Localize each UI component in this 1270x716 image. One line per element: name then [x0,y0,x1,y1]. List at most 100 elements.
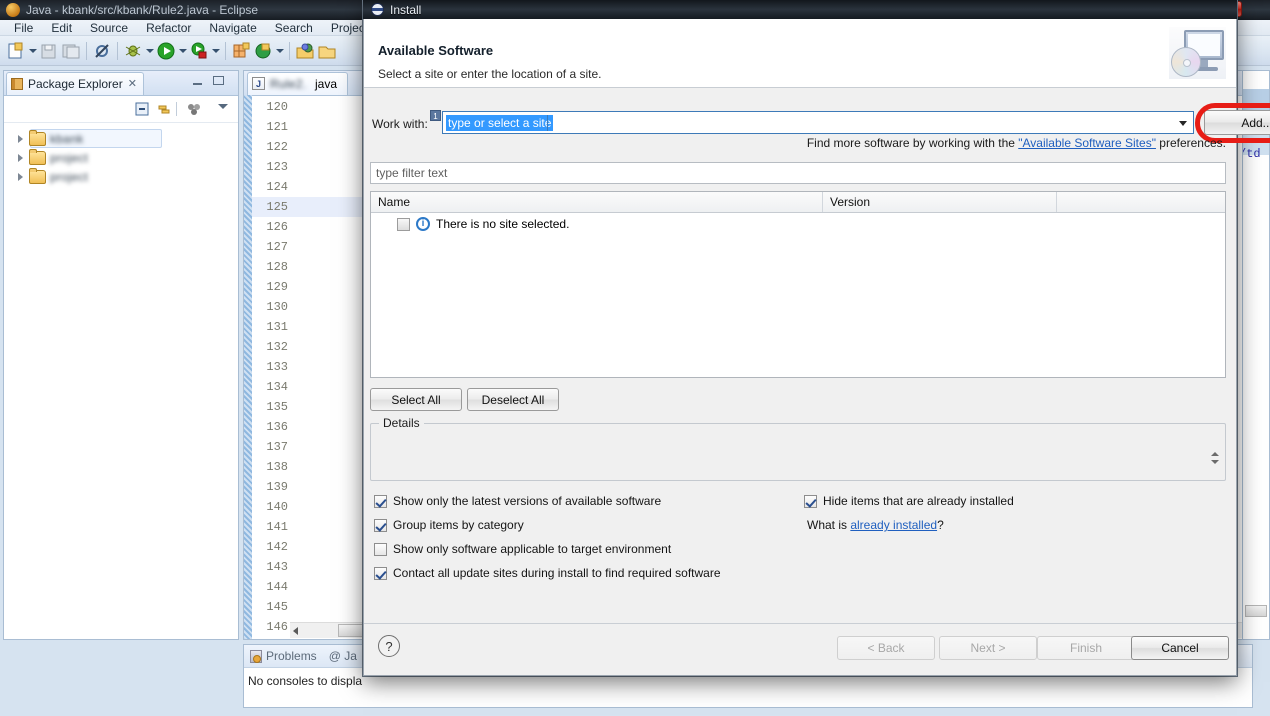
column-header-blank[interactable] [1057,192,1225,212]
disc-icon [1171,47,1201,77]
checkbox-hide-already-installed[interactable] [804,495,817,508]
close-icon[interactable]: ✕ [128,77,137,90]
view-menu-dots-icon[interactable] [186,101,204,120]
work-with-combo[interactable]: type or select a site [442,111,1194,134]
toolbar-separator-3 [225,42,226,60]
tree-item-project-3[interactable]: project [8,167,238,186]
option-hide-already-installed[interactable]: Hide items that are already installed [804,494,1014,508]
option-label: Show only software applicable to target … [393,542,671,556]
option-show-latest-versions[interactable]: Show only the latest versions of availab… [374,494,661,508]
already-installed-link[interactable]: already installed [850,518,937,532]
work-with-info-badge: 1 [430,110,441,121]
chevron-right-icon[interactable] [16,133,25,144]
next-button[interactable]: Next > [939,636,1037,660]
select-all-button[interactable]: Select All [370,388,462,411]
menu-search[interactable]: Search [266,21,322,35]
checkbox-show-applicable-target[interactable] [374,543,387,556]
maximize-view-icon[interactable] [213,76,224,85]
chevron-right-icon[interactable] [16,171,25,182]
minimize-view-icon[interactable] [193,77,202,85]
background-scrollbar-thumb[interactable] [1245,605,1267,617]
finish-button[interactable]: Finish [1037,636,1135,660]
run-icon[interactable] [156,41,176,61]
option-label: Show only the latest versions of availab… [393,494,661,508]
checkbox-contact-all-update-sites[interactable] [374,567,387,580]
new-file-icon[interactable] [6,41,26,61]
toolbar-separator [86,42,87,60]
back-button[interactable]: < Back [837,636,935,660]
option-show-applicable-target[interactable]: Show only software applicable to target … [374,542,671,556]
work-with-input-value[interactable]: type or select a site [446,115,553,131]
help-button[interactable]: ? [378,635,400,657]
package-explorer-panel: Package Explorer ✕ kbank [3,70,239,640]
table-row[interactable]: i There is no site selected. [371,213,1225,235]
collapse-all-icon[interactable] [134,101,150,120]
checkbox-show-latest-versions[interactable] [374,495,387,508]
install-window-icon [371,3,384,16]
package-explorer-tabstrip: Package Explorer ✕ [4,71,238,96]
tab-java-file[interactable]: J Rule2. java [247,72,348,95]
skip-breakpoints-icon[interactable] [92,41,112,61]
tree-item-project-1[interactable]: kbank [8,129,238,148]
deselect-all-button[interactable]: Deselect All [467,388,559,411]
column-header-name[interactable]: Name [371,192,823,212]
sites-note-prefix: Find more software by working with the [807,136,1018,150]
problems-icon [250,650,262,663]
info-icon: i [416,217,430,231]
work-with-row: Work with: 1 type or select a site Add..… [364,108,1238,138]
details-scroll-spinner-icon[interactable] [1210,450,1221,468]
page-title: Available Software [378,43,493,58]
project-folder-icon [29,151,46,165]
table-header-row: Name Version [371,192,1225,213]
link-with-editor-icon[interactable] [156,101,172,120]
option-group-by-category[interactable]: Group items by category [374,518,524,532]
save-icon [39,41,59,61]
debug-dropdown-icon[interactable] [145,41,154,61]
java-file-icon: J [252,77,265,90]
disc-hole [1183,59,1191,67]
chevron-right-icon[interactable] [16,152,25,163]
footer-separator [364,623,1236,624]
open-resource-icon[interactable] [317,41,337,61]
menu-source[interactable]: Source [81,21,137,35]
tab-javadoc[interactable]: @ Ja [329,649,357,663]
already-note-suffix: ? [937,518,944,532]
add-button[interactable]: Add... [1204,110,1270,135]
tree-item-project-2[interactable]: project [8,148,238,167]
new-class-dropdown-icon[interactable] [275,41,284,61]
menu-file[interactable]: File [5,21,42,35]
cancel-button[interactable]: Cancel [1131,636,1229,660]
dialog-title: Install [390,3,421,17]
tab-package-explorer[interactable]: Package Explorer ✕ [6,72,144,95]
dialog-titlebar: Install [363,0,1237,19]
checkbox-group-by-category[interactable] [374,519,387,532]
row-checkbox[interactable] [397,218,410,231]
new-class-icon[interactable] [253,41,273,61]
option-contact-all-update-sites[interactable]: Contact all update sites during install … [374,566,721,580]
run-external-dropdown-icon[interactable] [211,41,220,61]
open-type-icon[interactable] [295,41,315,61]
tab-problems[interactable]: Problems [250,649,317,663]
chevron-down-icon[interactable] [1179,121,1187,126]
filter-input[interactable]: type filter text [370,162,1226,184]
already-note-prefix: What is [807,518,850,532]
dialog-header: Available Software Select a site or ente… [364,19,1236,88]
debug-icon[interactable] [123,41,143,61]
available-software-sites-note: Find more software by working with the "… [807,136,1226,150]
editor-line-numbers: 1201211221231241251261271281291301311321… [254,97,288,640]
menu-refactor[interactable]: Refactor [137,21,200,35]
details-legend: Details [379,416,424,430]
scroll-left-arrow-icon[interactable] [293,627,298,635]
menu-edit[interactable]: Edit [42,21,81,35]
column-header-version[interactable]: Version [823,192,1057,212]
available-software-sites-link[interactable]: "Available Software Sites" [1018,136,1156,150]
view-menu-chevron-down-icon[interactable] [218,104,228,109]
new-file-dropdown-icon[interactable] [28,41,37,61]
run-external-tools-icon[interactable] [189,41,209,61]
background-editor-sliver: /td [1242,70,1270,640]
project-folder-icon [29,132,46,146]
run-dropdown-icon[interactable] [178,41,187,61]
new-java-project-icon[interactable] [231,41,251,61]
menu-navigate[interactable]: Navigate [200,21,265,35]
tree-item-label: project [50,170,88,184]
